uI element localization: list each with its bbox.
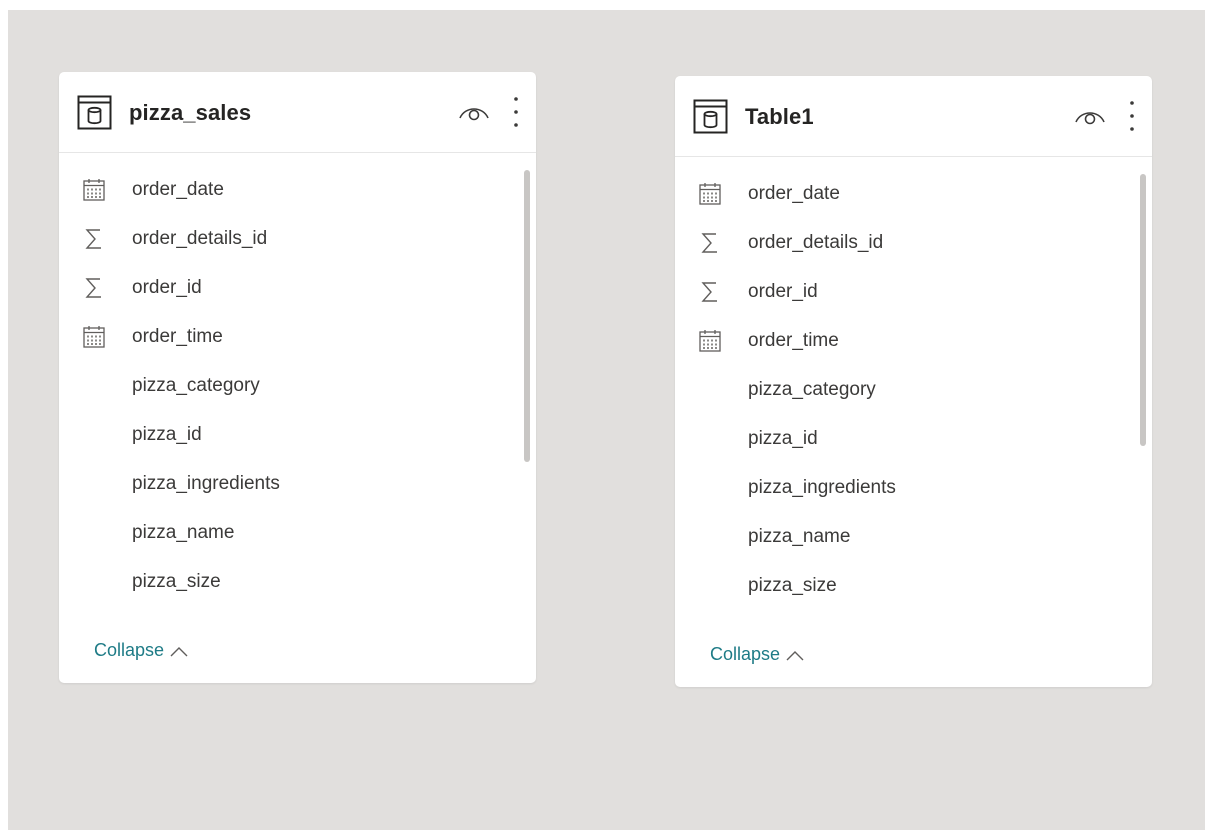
field-row[interactable]: pizza_category [675,372,1152,421]
field-label: pizza_name [132,522,235,543]
collapse-button[interactable]: Collapse [94,640,188,661]
calendar-icon [83,326,105,348]
field-label: order_date [132,179,224,200]
field-row[interactable]: pizza_category [59,368,536,417]
eye-icon[interactable] [458,101,490,123]
field-label: pizza_id [132,424,202,445]
field-row[interactable]: order_id [59,270,536,319]
scrollbar-thumb[interactable] [524,170,530,462]
field-row[interactable]: pizza_ingredients [675,470,1152,519]
sigma-icon [701,282,717,302]
collapse-button[interactable]: Collapse [710,644,804,665]
field-list: order_date order_details_id order_id ord… [59,172,536,613]
field-row[interactable]: pizza_name [59,515,536,564]
table-card-header[interactable]: Table1 [675,76,1152,157]
field-row[interactable]: pizza_id [59,417,536,466]
eye-icon[interactable] [1074,105,1106,127]
field-list: order_date order_details_id order_id ord… [675,176,1152,617]
sigma-icon [85,278,101,298]
field-row[interactable]: order_date [675,176,1152,225]
field-label: order_details_id [132,228,268,249]
field-label: pizza_id [748,428,818,449]
field-label: order_date [748,183,840,204]
calendar-icon [83,179,105,201]
field-label: order_time [748,330,839,351]
field-label: pizza_size [748,575,837,596]
model-view-canvas[interactable]: pizza_sales order_date order_details_id … [8,10,1205,830]
sigma-icon [85,229,101,249]
field-row[interactable]: pizza_size [59,564,536,613]
sigma-icon [701,233,717,253]
table-card-table1[interactable]: Table1 order_date order_details_id order… [675,76,1152,687]
field-label: pizza_category [132,375,260,396]
field-row[interactable]: order_date [59,172,536,221]
collapse-label: Collapse [710,644,781,664]
field-label: pizza_ingredients [748,477,896,498]
field-label: pizza_ingredients [132,473,280,494]
field-label: pizza_size [132,571,221,592]
collapse-label: Collapse [94,640,165,660]
table-card-pizza-sales[interactable]: pizza_sales order_date order_details_id … [59,72,536,683]
scrollbar-thumb[interactable] [1140,174,1146,446]
table-icon [693,99,728,134]
table-title: Table1 [745,104,814,129]
calendar-icon [699,183,721,205]
field-row[interactable]: order_time [59,319,536,368]
table-card-header[interactable]: pizza_sales [59,72,536,153]
field-label: order_id [132,277,202,298]
chevron-up-icon [170,646,188,656]
table-icon [77,95,112,130]
field-label: order_details_id [748,232,884,253]
field-row[interactable]: order_details_id [675,225,1152,274]
field-row[interactable]: order_time [675,323,1152,372]
field-row[interactable]: pizza_size [675,568,1152,617]
more-options-icon[interactable] [509,95,523,129]
calendar-icon [699,330,721,352]
field-row[interactable]: pizza_ingredients [59,466,536,515]
field-label: order_id [748,281,818,302]
field-label: pizza_name [748,526,851,547]
field-row[interactable]: pizza_name [675,519,1152,568]
field-label: pizza_category [748,379,876,400]
table-title: pizza_sales [129,100,252,125]
field-row[interactable]: pizza_id [675,421,1152,470]
more-options-icon[interactable] [1125,99,1139,133]
field-row[interactable]: order_details_id [59,221,536,270]
field-label: order_time [132,326,223,347]
field-row[interactable]: order_id [675,274,1152,323]
chevron-up-icon [786,650,804,660]
